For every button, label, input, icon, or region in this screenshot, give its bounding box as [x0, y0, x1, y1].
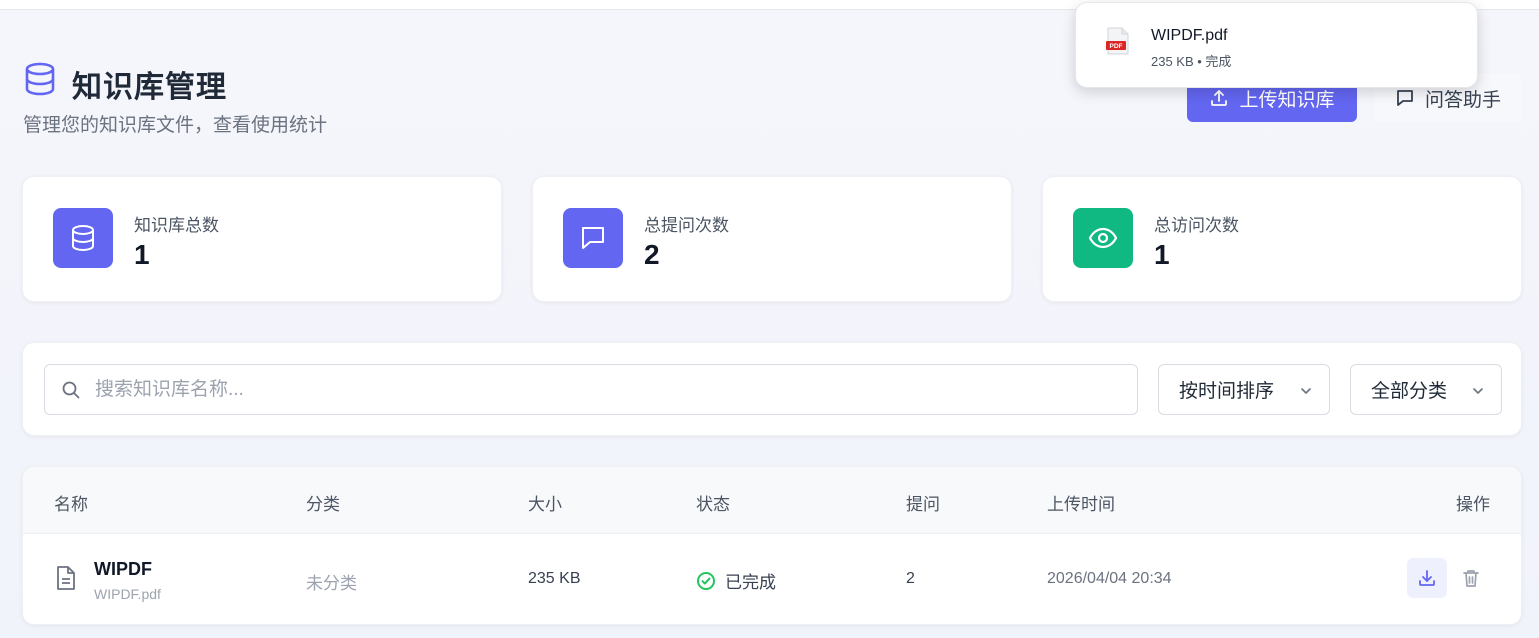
row-questions: 2	[906, 570, 915, 587]
row-upload-time: 2026/04/04 20:34	[1047, 570, 1172, 587]
column-header-actions: 操作	[1456, 495, 1490, 514]
page-subtitle: 管理您的知识库文件，查看使用统计	[23, 115, 328, 136]
column-header-questions: 提问	[906, 495, 940, 514]
stat-value: 2	[644, 239, 660, 270]
row-name: WIPDF	[94, 559, 152, 579]
category-select[interactable]: 全部分类	[1350, 364, 1502, 415]
delete-button[interactable]	[1455, 558, 1487, 598]
chevron-down-icon	[1301, 388, 1311, 394]
filter-bar: 按时间排序 全部分类	[22, 342, 1522, 436]
table-row[interactable]: WIPDF WIPDF.pdf 未分类 235 KB 已完成 2 2026/04…	[23, 534, 1521, 624]
pdf-file-icon: PDF	[1106, 27, 1129, 55]
row-file-name: WIPDF.pdf	[94, 586, 161, 602]
row-category: 未分类	[306, 574, 357, 593]
table-header: 名称 分类 大小 状态 提问 上传时间 操作	[23, 467, 1521, 534]
sort-select-label: 按时间排序	[1179, 381, 1275, 402]
column-header-category: 分类	[306, 495, 340, 514]
upload-toast: PDF WIPDF.pdf 235 KB • 完成	[1075, 2, 1478, 88]
stat-card-questions-total: 总提问次数 2	[532, 176, 1012, 302]
upload-icon	[1211, 90, 1228, 106]
toast-file-name: WIPDF.pdf	[1151, 27, 1228, 44]
column-header-status: 状态	[696, 495, 730, 514]
eye-icon	[1073, 208, 1133, 268]
page-title: 知识库管理	[72, 71, 227, 104]
download-button[interactable]	[1407, 558, 1447, 598]
database-icon	[53, 208, 113, 268]
stat-label: 总访问次数	[1154, 216, 1239, 235]
chat-icon	[563, 208, 623, 268]
trash-icon	[1463, 570, 1479, 587]
chevron-down-icon	[1473, 388, 1483, 394]
stat-label: 知识库总数	[134, 216, 219, 235]
row-status-label: 已完成	[725, 573, 776, 592]
row-size: 235 KB	[528, 570, 581, 587]
chat-icon	[1397, 90, 1413, 106]
stat-value: 1	[134, 239, 150, 270]
download-icon	[1419, 570, 1435, 586]
category-select-label: 全部分类	[1371, 381, 1448, 402]
svg-text:PDF: PDF	[1110, 43, 1123, 50]
column-header-upload-time: 上传时间	[1047, 495, 1115, 514]
check-circle-icon	[697, 571, 715, 590]
knowledge-table: 名称 分类 大小 状态 提问 上传时间 操作 WIPDF WIPDF.pdf 未…	[22, 466, 1522, 625]
document-icon	[57, 566, 75, 590]
qa-button-label: 问答助手	[1424, 89, 1501, 111]
toast-file-meta: 235 KB • 完成	[1151, 54, 1232, 69]
upload-button-label: 上传知识库	[1239, 89, 1335, 111]
sort-select[interactable]: 按时间排序	[1158, 364, 1330, 415]
row-status: 已完成	[696, 568, 776, 593]
database-icon	[25, 62, 55, 96]
stat-card-visits-total: 总访问次数 1	[1042, 176, 1522, 302]
stat-label: 总提问次数	[644, 216, 729, 235]
stat-value: 1	[1154, 239, 1170, 270]
column-header-size: 大小	[528, 495, 562, 514]
column-header-name: 名称	[54, 495, 88, 514]
stat-card-knowledge-total: 知识库总数 1	[22, 176, 502, 302]
search-icon	[62, 381, 80, 399]
search-box[interactable]	[44, 364, 1138, 415]
search-input[interactable]	[95, 375, 1115, 405]
